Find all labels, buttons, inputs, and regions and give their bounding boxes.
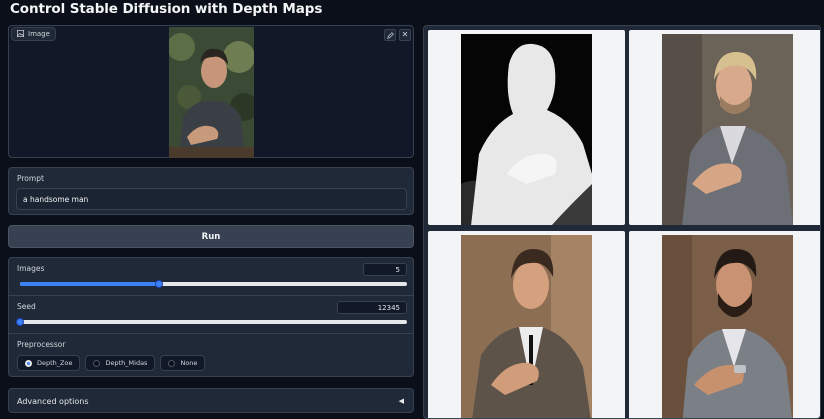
seed-slider[interactable] bbox=[16, 318, 407, 326]
images-number-input[interactable]: 5 bbox=[363, 263, 407, 276]
radio-option-label: Depth_Zoe bbox=[37, 359, 73, 367]
seed-label: Seed bbox=[17, 302, 36, 311]
image-input-block[interactable]: Image ✕ bbox=[8, 25, 414, 158]
generated-image bbox=[461, 235, 592, 418]
seed-number-input[interactable]: 12345 bbox=[337, 301, 407, 314]
image-label: Image bbox=[28, 30, 50, 38]
input-photo bbox=[169, 27, 254, 158]
radio-icon bbox=[93, 359, 101, 367]
gallery-item-depth-map[interactable] bbox=[428, 30, 625, 225]
run-button[interactable]: Run bbox=[8, 225, 414, 248]
pencil-icon[interactable] bbox=[384, 29, 396, 41]
gallery-item-2[interactable] bbox=[428, 231, 625, 418]
page-title: Control Stable Diffusion with Depth Maps bbox=[10, 1, 323, 17]
radio-option-label: None bbox=[180, 359, 198, 367]
images-slider-fill bbox=[20, 282, 160, 286]
advanced-options-label: Advanced options bbox=[17, 397, 89, 406]
close-icon[interactable]: ✕ bbox=[399, 29, 411, 41]
radio-option-none[interactable]: None bbox=[160, 355, 206, 371]
preprocessor-radio-group: Depth_Zoe Depth_Midas None bbox=[17, 355, 206, 371]
images-slider[interactable] bbox=[20, 280, 407, 288]
radio-option-depth-zoe[interactable]: Depth_Zoe bbox=[17, 355, 81, 371]
seed-slider-thumb[interactable] bbox=[16, 318, 24, 326]
generated-image bbox=[662, 235, 793, 418]
generated-image bbox=[662, 34, 793, 225]
image-label-badge: Image bbox=[11, 27, 56, 41]
prompt-block: Prompt a handsome man bbox=[8, 167, 414, 215]
depth-map-image bbox=[461, 34, 592, 225]
prompt-label: Prompt bbox=[17, 174, 44, 183]
images-label: Images bbox=[17, 264, 45, 273]
radio-option-label: Depth_Midas bbox=[105, 359, 148, 367]
preprocessor-label: Preprocessor bbox=[17, 340, 66, 349]
gallery-item-1[interactable] bbox=[629, 30, 820, 225]
divider bbox=[9, 295, 413, 296]
gallery-item-3[interactable] bbox=[629, 231, 820, 418]
caret-left-icon: ◀ bbox=[398, 397, 404, 405]
divider bbox=[9, 333, 413, 334]
radio-icon bbox=[168, 359, 176, 367]
radio-option-depth-midas[interactable]: Depth_Midas bbox=[85, 355, 156, 371]
prompt-input[interactable]: a handsome man bbox=[16, 188, 407, 210]
advanced-options-accordion[interactable]: Advanced options ◀ bbox=[8, 388, 414, 413]
parameter-controls: Images 5 Seed 12345 Preprocessor Depth_Z… bbox=[8, 257, 414, 377]
radio-icon bbox=[25, 359, 32, 367]
image-icon bbox=[17, 29, 24, 39]
output-gallery bbox=[423, 25, 821, 419]
images-slider-thumb[interactable] bbox=[155, 280, 164, 288]
